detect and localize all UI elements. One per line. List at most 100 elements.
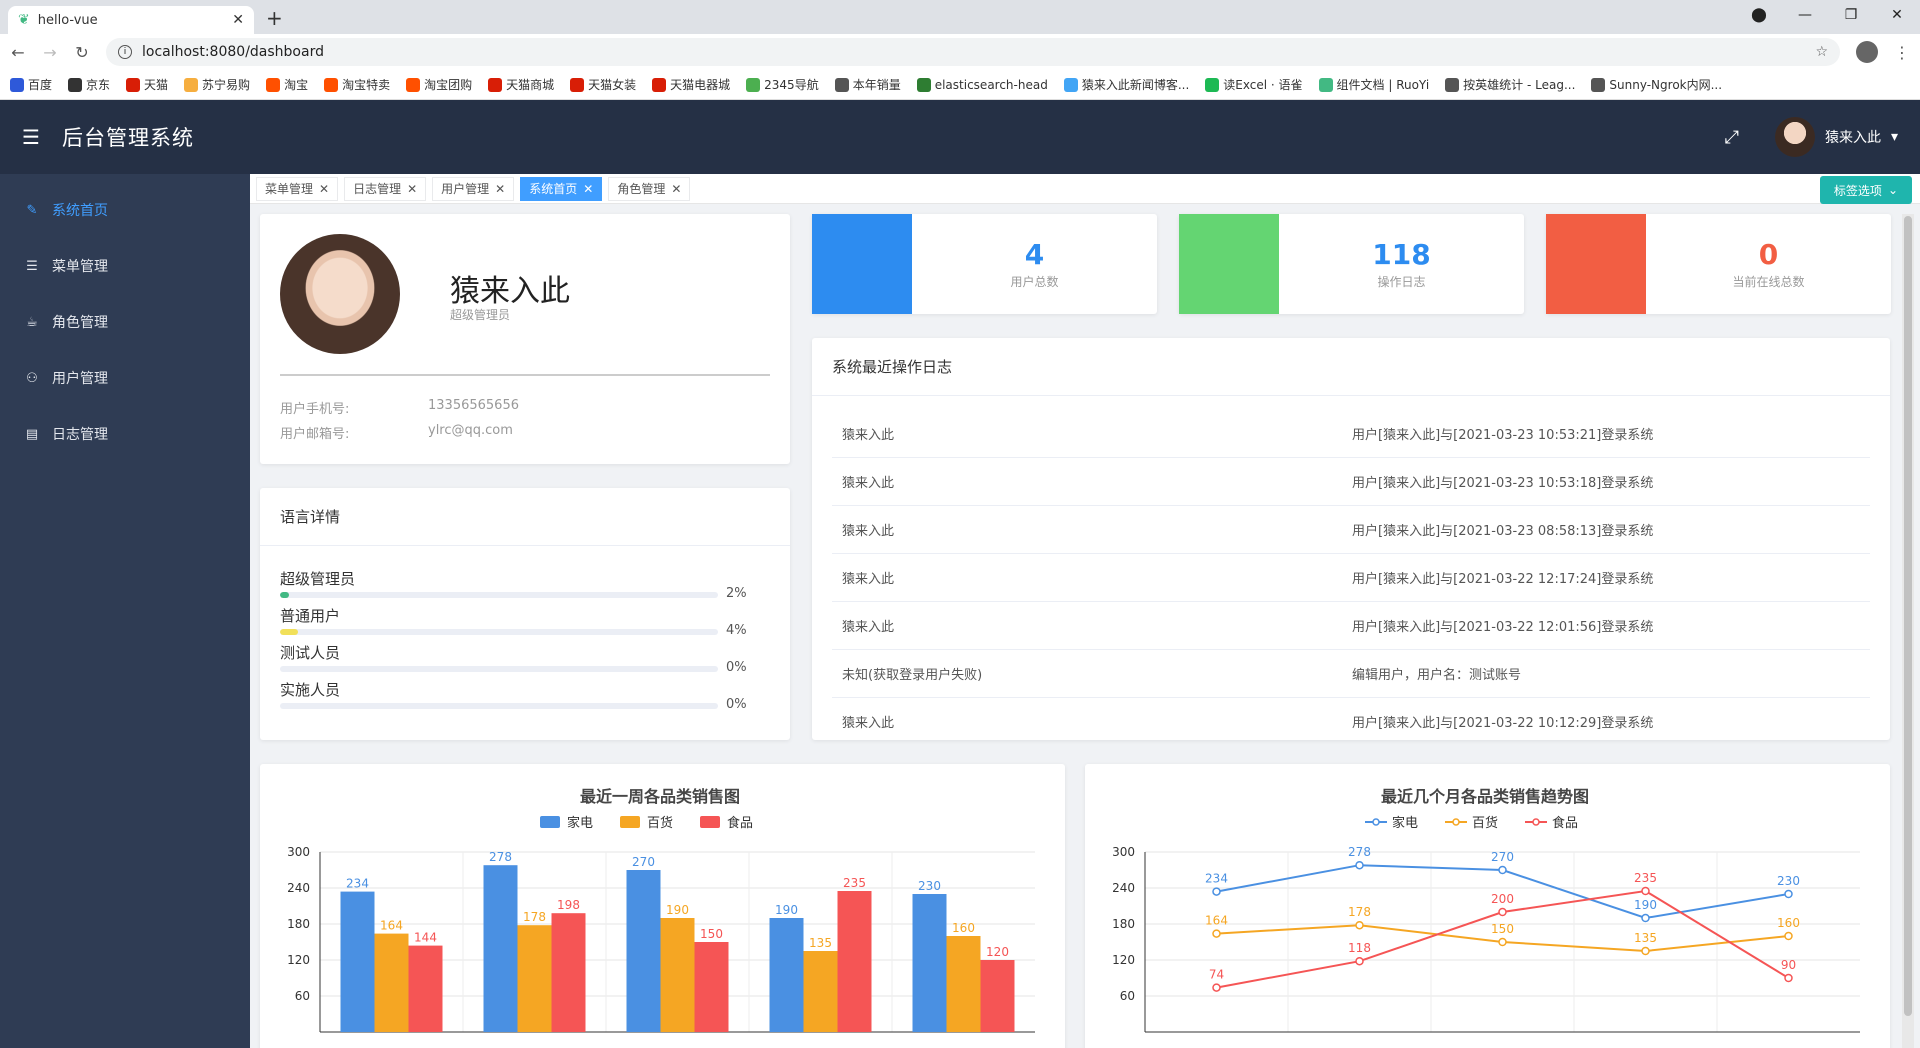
data-point[interactable] <box>1212 983 1221 992</box>
legend-label[interactable]: 百货 <box>647 815 673 831</box>
data-point[interactable] <box>1212 929 1221 938</box>
collapse-menu-icon[interactable]: ☰ <box>22 125 42 149</box>
bookmark-favicon-icon <box>1591 77 1606 92</box>
minimize-icon[interactable]: — <box>1782 0 1828 30</box>
bookmark-item[interactable]: 组件文档 | RuoYi <box>1318 76 1429 93</box>
close-window-icon[interactable]: ✕ <box>1874 0 1920 30</box>
tag-label: 角色管理 <box>617 182 666 196</box>
account-icon[interactable] <box>1856 41 1878 63</box>
bookmark-item[interactable]: 淘宝团购 <box>406 76 472 93</box>
sidebar-item-log[interactable]: ▤ 日志管理 <box>0 406 250 462</box>
close-tag-icon[interactable]: ✕ <box>407 182 417 196</box>
data-point[interactable] <box>1498 937 1507 947</box>
back-icon[interactable]: ← <box>10 43 26 62</box>
bar[interactable] <box>408 945 443 1032</box>
bookmark-item[interactable]: 天猫电器城 <box>652 76 730 93</box>
browser-menu-icon[interactable]: ⋮ <box>1894 43 1910 62</box>
data-point[interactable] <box>1641 946 1650 956</box>
legend-swatch[interactable] <box>700 816 720 828</box>
scrollbar-thumb[interactable] <box>1904 216 1912 1016</box>
data-point[interactable] <box>1784 973 1793 983</box>
close-tag-icon[interactable]: ✕ <box>583 182 593 196</box>
sidebar-item-menu[interactable]: ☰ 菜单管理 <box>0 238 250 294</box>
fullscreen-icon[interactable]: ⤢ <box>1725 127 1739 148</box>
vertical-scrollbar[interactable] <box>1902 214 1914 1048</box>
stat-color-block <box>812 214 912 314</box>
data-point[interactable] <box>1641 886 1650 896</box>
tag-options-button[interactable]: 标签选项 ⌄ <box>1819 176 1912 204</box>
bar[interactable] <box>551 913 586 1032</box>
data-point[interactable] <box>1355 956 1364 966</box>
bar[interactable] <box>912 894 947 1032</box>
legend-swatch[interactable] <box>540 816 560 828</box>
bookmark-item[interactable]: 本年销量 <box>834 76 901 93</box>
url-input[interactable]: i localhost:8080/dashboard ☆ <box>106 38 1840 66</box>
info-icon[interactable]: i <box>118 45 132 59</box>
bar[interactable] <box>946 936 981 1032</box>
close-tag-icon[interactable]: ✕ <box>671 182 681 196</box>
legend-swatch[interactable] <box>620 816 640 828</box>
browser-tab[interactable]: ❦ hello-vue ✕ <box>8 6 254 34</box>
bar[interactable] <box>374 933 409 1032</box>
data-point[interactable] <box>1355 860 1364 870</box>
restore-icon[interactable]: ❐ <box>1828 0 1874 30</box>
data-point[interactable] <box>1498 865 1507 875</box>
tag-item[interactable]: 菜单管理 ✕ <box>256 176 339 201</box>
tag-item[interactable]: 用户管理 ✕ <box>432 176 515 201</box>
bar[interactable] <box>517 925 552 1032</box>
close-tag-icon[interactable]: ✕ <box>319 182 329 196</box>
bookmark-item[interactable]: 天猫 <box>126 76 168 93</box>
vue-leaf-icon: ❦ <box>18 12 30 28</box>
stat-label: 当前在线总数 <box>1732 275 1805 289</box>
data-point[interactable] <box>1641 913 1650 923</box>
tag-item[interactable]: 角色管理 ✕ <box>608 176 691 201</box>
bookmark-item[interactable]: elasticsearch-head <box>916 77 1048 92</box>
bookmark-item[interactable]: 京东 <box>68 76 110 93</box>
profile-dropdown-icon[interactable]: ⬤ <box>1736 0 1782 30</box>
data-point[interactable] <box>1212 887 1221 896</box>
legend-label[interactable]: 家电 <box>567 815 593 831</box>
reload-icon[interactable]: ↻ <box>74 43 90 62</box>
bar[interactable] <box>803 951 838 1032</box>
bookmark-star-icon[interactable]: ☆ <box>1815 44 1828 60</box>
bar[interactable] <box>980 960 1015 1032</box>
stat-label: 用户总数 <box>1010 275 1059 289</box>
sidebar-item-dashboard[interactable]: ✎ 系统首页 <box>0 182 250 238</box>
bookmark-item[interactable]: 苏宁易购 <box>184 76 250 93</box>
bookmark-item[interactable]: Sunny-Ngrok内网... <box>1591 76 1722 93</box>
new-tab-icon[interactable]: + <box>266 6 283 30</box>
bar[interactable] <box>694 942 729 1032</box>
close-tag-icon[interactable]: ✕ <box>495 182 505 196</box>
bar[interactable] <box>626 870 661 1032</box>
forward-icon[interactable]: → <box>42 43 58 62</box>
bar[interactable] <box>660 918 695 1032</box>
bookmark-item[interactable]: 猿来入此新闻博客... <box>1063 76 1189 93</box>
bookmark-item[interactable]: 天猫女装 <box>570 76 636 93</box>
bookmark-item[interactable]: 百度 <box>10 76 52 93</box>
close-tab-icon[interactable]: ✕ <box>232 12 244 28</box>
bar[interactable] <box>483 865 518 1032</box>
bookmark-item[interactable]: 按英雄统计 - Leag... <box>1445 76 1575 93</box>
data-point[interactable] <box>1784 889 1793 899</box>
bar[interactable] <box>837 891 872 1032</box>
tag-item[interactable]: 系统首页 ✕ <box>520 176 603 201</box>
data-point[interactable] <box>1784 931 1793 941</box>
sidebar-item-user[interactable]: ⚇ 用户管理 <box>0 350 250 406</box>
legend-label[interactable]: 食品 <box>1552 815 1578 831</box>
bookmark-item[interactable]: 2345导航 <box>746 76 819 93</box>
bookmark-item[interactable]: 淘宝特卖 <box>324 76 390 93</box>
bar[interactable] <box>340 891 375 1032</box>
data-point[interactable] <box>1355 920 1364 930</box>
legend-label[interactable]: 食品 <box>727 815 753 831</box>
data-point[interactable] <box>1498 907 1507 917</box>
sidebar-item-role[interactable]: ☕ 角色管理 <box>0 294 250 350</box>
bar[interactable] <box>769 918 804 1032</box>
user-dropdown[interactable]: 猿来入此 ▾ <box>1774 117 1898 157</box>
bookmark-item[interactable]: 读Excel · 语雀 <box>1205 76 1303 93</box>
bookmark-favicon-icon <box>1318 77 1333 92</box>
legend-label[interactable]: 百货 <box>1472 815 1498 831</box>
legend-label[interactable]: 家电 <box>1392 815 1418 831</box>
bookmark-item[interactable]: 淘宝 <box>266 76 308 93</box>
bookmark-item[interactable]: 天猫商城 <box>488 76 554 93</box>
tag-item[interactable]: 日志管理 ✕ <box>344 176 427 201</box>
